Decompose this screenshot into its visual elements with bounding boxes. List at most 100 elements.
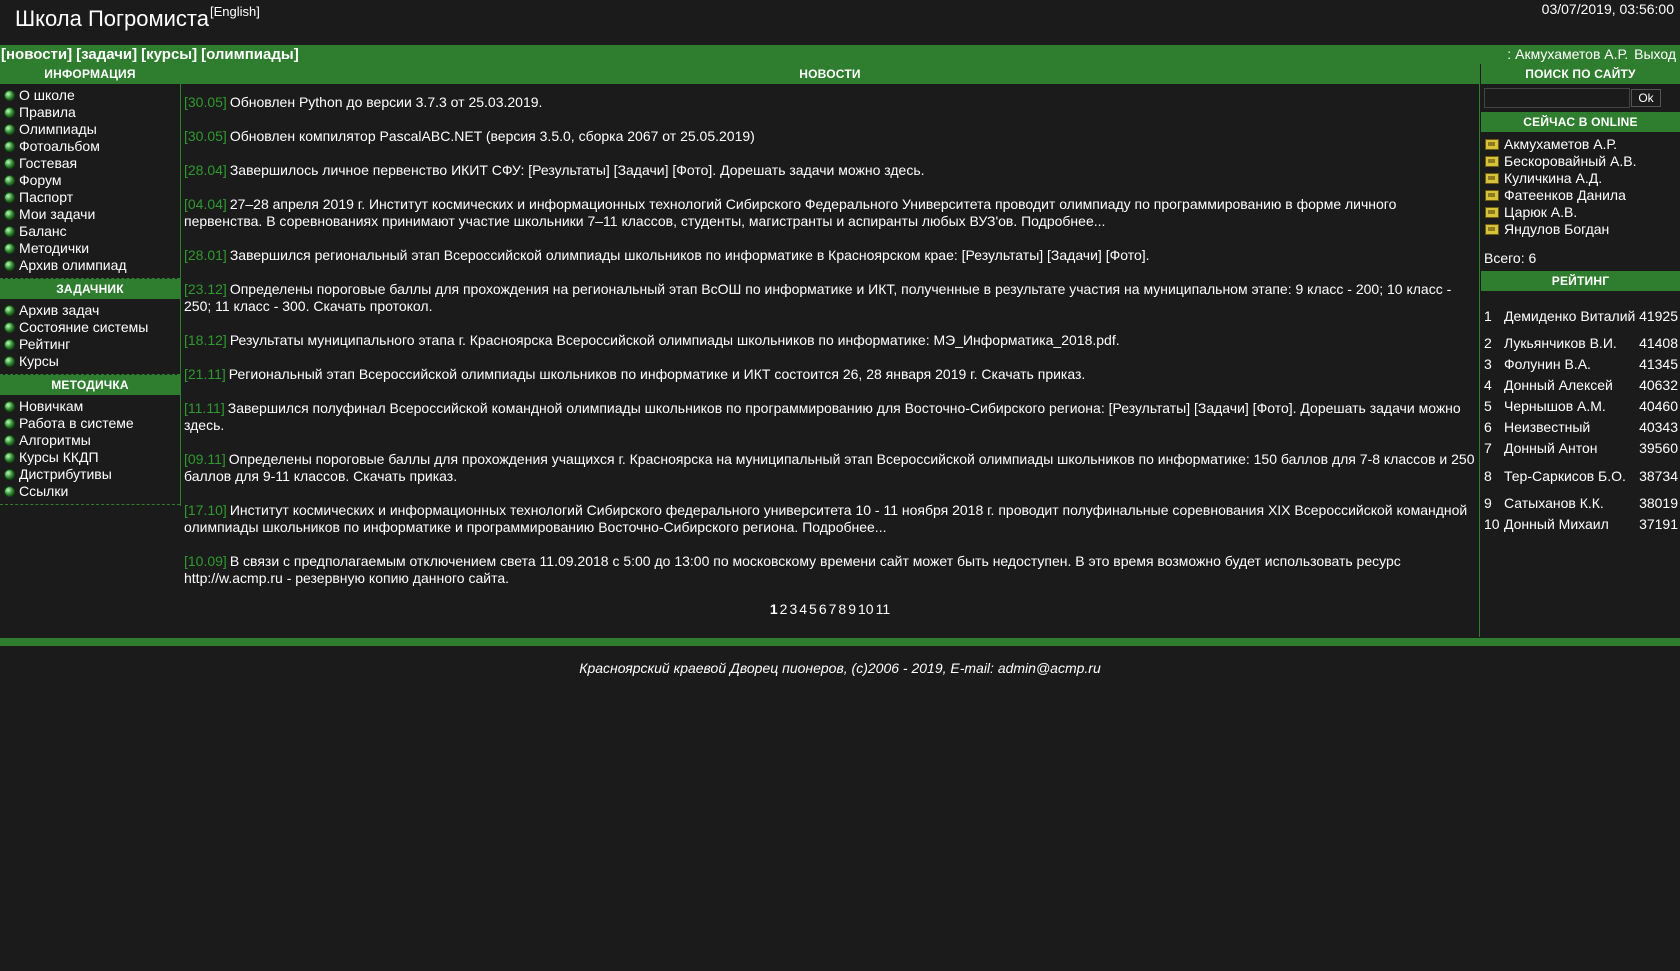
rating-name[interactable]: Донный Михаил: [1504, 514, 1638, 535]
rating-name[interactable]: Тер-Саркисов Б.О.: [1504, 459, 1638, 493]
menu-item-task-archive[interactable]: Архив задач: [4, 302, 180, 319]
menu-item-label[interactable]: Форум: [19, 172, 62, 188]
menu-item-beginners[interactable]: Новичкам: [4, 398, 180, 415]
english-link[interactable]: [English]: [210, 4, 260, 19]
rating-row: 4 Донный Алексей 40632: [1484, 375, 1680, 396]
online-user-name[interactable]: Яндулов Богдан: [1504, 221, 1609, 237]
rating-name[interactable]: Сатыханов К.К.: [1504, 493, 1638, 514]
page-link[interactable]: 10: [858, 601, 874, 617]
menu-item-label[interactable]: Работа в системе: [19, 415, 134, 431]
top-nav: [новости] [задачи] [курсы] [олимпиады] : Акм…: [0, 45, 1680, 64]
menu-item-label[interactable]: Дистрибутивы: [19, 466, 112, 482]
menu-item-olympiads[interactable]: Олимпиады: [4, 121, 180, 138]
menu-item-label[interactable]: Алгоритмы: [19, 432, 91, 448]
online-user-name[interactable]: Акмухаметов А.Р.: [1504, 136, 1617, 152]
online-user-name[interactable]: Царюк А.В.: [1504, 204, 1577, 220]
page-link[interactable]: 11: [876, 601, 891, 617]
page-link[interactable]: 7: [829, 601, 837, 617]
menu-item-label[interactable]: Ссылки: [19, 483, 68, 499]
logout-link[interactable]: Выход: [1634, 46, 1676, 62]
online-user-name[interactable]: Фатеенков Данила: [1504, 187, 1626, 203]
menu-item-passport[interactable]: Паспорт: [4, 189, 180, 206]
rating-name[interactable]: Фолунин В.А.: [1504, 354, 1638, 375]
rating-name[interactable]: Донный Антон: [1504, 438, 1638, 459]
news-date: [18.12]: [184, 332, 227, 348]
menu-item-label[interactable]: Архив олимпиад: [19, 257, 127, 273]
tasks-menu: Архив задач Состояние системы Рейтинг Ку…: [0, 299, 180, 375]
rating-name[interactable]: Демиденко Виталий: [1504, 299, 1638, 333]
menu-item-guestbook[interactable]: Гостевая: [4, 155, 180, 172]
rating-score: 37191: [1639, 516, 1678, 532]
menu-item-photoalbum[interactable]: Фотоальбом: [4, 138, 180, 155]
online-user-name[interactable]: Бескоровайный А.В.: [1504, 153, 1636, 169]
menu-item-system-status[interactable]: Состояние системы: [4, 319, 180, 336]
online-user-name[interactable]: Куличкина А.Д.: [1504, 170, 1602, 186]
page-link[interactable]: 9: [848, 601, 856, 617]
menu-item-kkdp-courses[interactable]: Курсы ККДП: [4, 449, 180, 466]
page-link[interactable]: 2: [780, 601, 788, 617]
rating-name[interactable]: Неизвестный: [1504, 417, 1638, 438]
tasks-section-title: ЗАДАЧНИК: [0, 279, 180, 299]
rating-name[interactable]: Чернышов А.М.: [1504, 396, 1638, 417]
nav-link-news[interactable]: [новости]: [1, 46, 72, 63]
menu-item-system-work[interactable]: Работа в системе: [4, 415, 180, 432]
rating-row: 6 Неизвестный 40343: [1484, 417, 1680, 438]
rating-score: 38734: [1639, 467, 1678, 484]
menu-item-links[interactable]: Ссылки: [4, 483, 180, 500]
news-panel: НОВОСТИ [30.05] Обновлен Python до версии…: [181, 64, 1480, 637]
page-link[interactable]: 6: [819, 601, 827, 617]
green-ball-icon: [4, 322, 15, 333]
menu-item-balance[interactable]: Баланс: [4, 223, 180, 240]
menu-item-forum[interactable]: Форум: [4, 172, 180, 189]
rating-row: 1 Демиденко Виталий 41925: [1484, 299, 1680, 333]
menu-item-algorithms[interactable]: Алгоритмы: [4, 432, 180, 449]
menu-item-label[interactable]: Курсы ККДП: [19, 449, 99, 465]
menu-item-label[interactable]: Новичкам: [19, 398, 83, 414]
online-user[interactable]: Царюк А.В.: [1485, 204, 1680, 221]
nav-link-courses[interactable]: [курсы]: [141, 46, 197, 63]
nav-link-olympiads[interactable]: [олимпиады]: [201, 46, 299, 63]
menu-item-courses[interactable]: Курсы: [4, 353, 180, 370]
online-user[interactable]: Бескоровайный А.В.: [1485, 153, 1680, 170]
news-item: [10.09] В связи с предполагаемым отключен…: [184, 553, 1475, 587]
menu-item-label[interactable]: Фотоальбом: [19, 138, 100, 154]
menu-item-label[interactable]: Методички: [19, 240, 89, 256]
menu-item-about[interactable]: О школе: [4, 87, 180, 104]
site-title[interactable]: Школа Погромиста[English]: [15, 4, 260, 32]
menu-item-rules[interactable]: Правила: [4, 104, 180, 121]
nav-link-tasks[interactable]: [задачи]: [76, 46, 137, 63]
menu-item-distributions[interactable]: Дистрибутивы: [4, 466, 180, 483]
menu-item-label[interactable]: Баланс: [19, 223, 67, 239]
menu-item-label[interactable]: Рейтинг: [19, 336, 70, 352]
online-user[interactable]: Фатеенков Данила: [1485, 187, 1680, 204]
menu-item-my-tasks[interactable]: Мои задачи: [4, 206, 180, 223]
menu-item-label[interactable]: Гостевая: [19, 155, 77, 171]
menu-item-label[interactable]: Курсы: [19, 353, 59, 369]
user-name-link[interactable]: Акмухаметов А.Р.: [1515, 46, 1628, 62]
news-date: [21.11]: [184, 366, 226, 382]
menu-item-label[interactable]: Мои задачи: [19, 206, 95, 222]
page-link[interactable]: 4: [799, 601, 807, 617]
online-user[interactable]: Акмухаметов А.Р.: [1485, 136, 1680, 153]
site-title-text[interactable]: Школа Погромиста: [15, 6, 209, 31]
page-link[interactable]: 8: [838, 601, 846, 617]
search-ok-button[interactable]: Ok: [1631, 89, 1661, 107]
rating-score: 40460: [1639, 398, 1678, 414]
online-user[interactable]: Куличкина А.Д.: [1485, 170, 1680, 187]
menu-item-label[interactable]: Олимпиады: [19, 121, 97, 137]
menu-item-methods[interactable]: Методички: [4, 240, 180, 257]
menu-item-label[interactable]: Паспорт: [19, 189, 73, 205]
menu-item-label[interactable]: Состояние системы: [19, 319, 148, 335]
menu-item-label[interactable]: О школе: [19, 87, 75, 103]
rating-name[interactable]: Лукьянчиков В.И.: [1504, 333, 1638, 354]
online-user[interactable]: Яндулов Богдан: [1485, 221, 1680, 238]
right-sidebar: ПОИСК ПО САЙТУ Ok СЕЙЧАС В ONLINE Акмуха…: [1481, 64, 1680, 637]
menu-item-olympiad-archive[interactable]: Архив олимпиад: [4, 257, 180, 274]
search-input[interactable]: [1484, 88, 1630, 108]
rating-name[interactable]: Донный Алексей: [1504, 375, 1638, 396]
menu-item-rating[interactable]: Рейтинг: [4, 336, 180, 353]
page-link[interactable]: 5: [809, 601, 817, 617]
menu-item-label[interactable]: Правила: [19, 104, 76, 120]
page-link[interactable]: 3: [789, 601, 797, 617]
menu-item-label[interactable]: Архив задач: [19, 302, 99, 318]
